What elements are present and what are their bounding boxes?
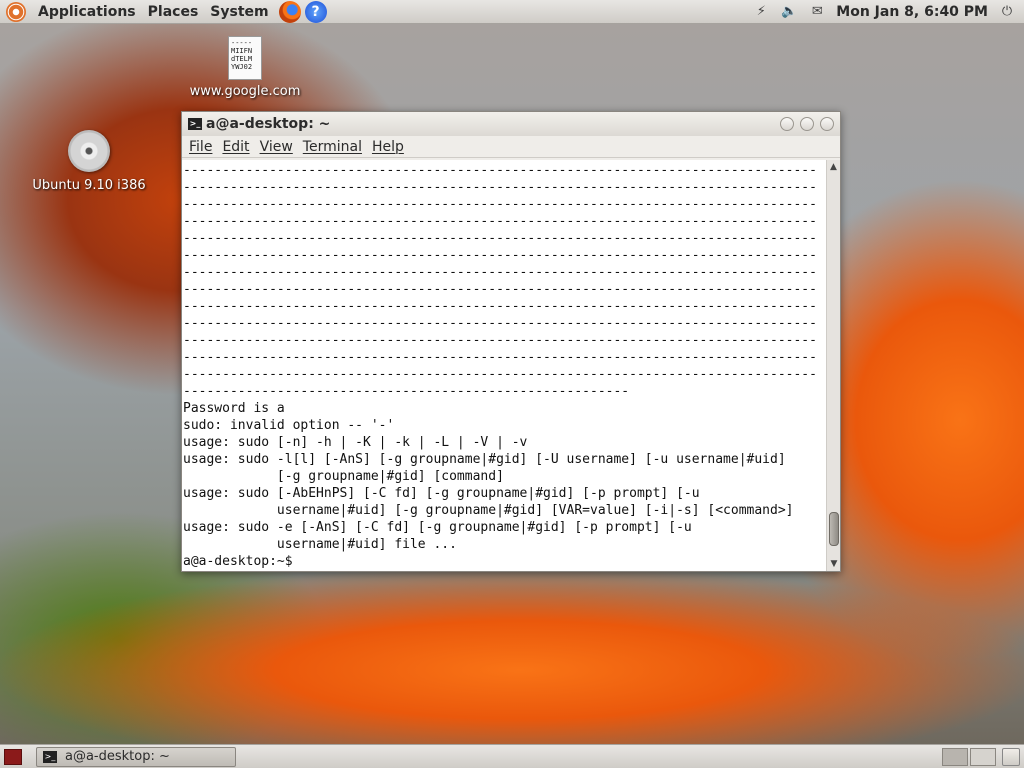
workspace-1[interactable]: [942, 747, 968, 766]
terminal-line: ----------------------------------------…: [183, 231, 817, 246]
bottom-panel: >_ a@a-desktop: ~: [0, 744, 1024, 768]
terminal-line: ----------------------------------------…: [183, 197, 817, 212]
taskbar-label: a@a-desktop: ~: [65, 749, 170, 764]
terminal-output: ----------------------------------------…: [183, 162, 825, 570]
help-launcher-icon[interactable]: ?: [304, 0, 327, 23]
ubuntu-logo-icon[interactable]: [6, 1, 26, 22]
menu-edit[interactable]: Edit: [217, 139, 254, 155]
file-thumbnail: ----- MIIFN dTELM YWJ02: [228, 36, 262, 80]
terminal-line: ----------------------------------------…: [183, 367, 817, 382]
terminal-menubar: File Edit View Terminal Help: [182, 136, 840, 158]
maximize-button[interactable]: [800, 117, 814, 131]
minimize-button[interactable]: [780, 117, 794, 131]
terminal-line: ----------------------------------------…: [183, 384, 630, 399]
terminal-line: usage: sudo -l[l] [-AnS] [-g groupname|#…: [183, 452, 786, 467]
terminal-icon: >_: [188, 118, 202, 130]
terminal-line: username|#uid] file ...: [183, 537, 457, 552]
terminal-line: ----------------------------------------…: [183, 350, 817, 365]
cd-icon: [68, 130, 110, 172]
terminal-line: ----------------------------------------…: [183, 180, 817, 195]
terminal-line: ----------------------------------------…: [183, 282, 817, 297]
terminal-line: usage: sudo -e [-AnS] [-C fd] [-g groupn…: [183, 520, 692, 535]
terminal-line: ----------------------------------------…: [183, 214, 817, 229]
menu-system[interactable]: System: [204, 4, 274, 20]
top-panel: Applications Places System ? ⚡ 🔈 ✉ Mon J…: [0, 0, 1024, 24]
terminal-line: a@a-desktop:~$: [183, 554, 301, 569]
scroll-down-icon[interactable]: ▼: [827, 557, 840, 571]
terminal-line: ----------------------------------------…: [183, 163, 817, 178]
scrollbar[interactable]: ▲ ▼: [826, 160, 840, 571]
menu-applications[interactable]: Applications: [32, 4, 142, 20]
clock[interactable]: Mon Jan 8, 6:40 PM: [836, 4, 988, 20]
volume-icon[interactable]: 🔈: [780, 4, 798, 19]
scroll-up-icon[interactable]: ▲: [827, 160, 840, 174]
terminal-window: >_ a@a-desktop: ~ File Edit View Termina…: [181, 111, 841, 572]
terminal-line: [-g groupname|#gid] [command]: [183, 469, 504, 484]
terminal-line: ----------------------------------------…: [183, 316, 817, 331]
window-titlebar[interactable]: >_ a@a-desktop: ~: [182, 112, 840, 136]
workspace-2[interactable]: [970, 747, 996, 766]
terminal-line: Password is a: [183, 401, 285, 416]
system-tray: ⚡ 🔈 ✉ Mon Jan 8, 6:40 PM ⏻: [752, 4, 1024, 20]
desktop-file-icon[interactable]: ----- MIIFN dTELM YWJ02 www.google.com: [186, 36, 304, 99]
terminal-area[interactable]: ----------------------------------------…: [182, 160, 840, 571]
terminal-line: ----------------------------------------…: [183, 265, 817, 280]
workspace-switcher: [942, 747, 996, 766]
firefox-launcher-icon[interactable]: [278, 0, 301, 23]
power-icon[interactable]: ⏻: [998, 4, 1016, 19]
scroll-thumb[interactable]: [829, 512, 839, 546]
desktop-file-label: www.google.com: [189, 84, 301, 99]
menu-view[interactable]: View: [255, 139, 298, 155]
window-title: a@a-desktop: ~: [206, 116, 331, 132]
terminal-line: ----------------------------------------…: [183, 333, 817, 348]
menu-file[interactable]: File: [184, 139, 217, 155]
menu-terminal[interactable]: Terminal: [298, 139, 367, 155]
terminal-line: ----------------------------------------…: [183, 248, 817, 263]
close-button[interactable]: [820, 117, 834, 131]
terminal-line: usage: sudo [-AbEHnPS] [-C fd] [-g group…: [183, 486, 700, 501]
mail-icon[interactable]: ✉: [808, 4, 826, 19]
terminal-line: sudo: invalid option -- '-': [183, 418, 395, 433]
terminal-line: ----------------------------------------…: [183, 299, 817, 314]
terminal-icon: >_: [43, 750, 57, 763]
terminal-line: username|#uid] [-g groupname|#gid] [VAR=…: [183, 503, 794, 518]
terminal-line: usage: sudo [-n] -h | -K | -k | -L | -V …: [183, 435, 528, 450]
desktop-cd-icon[interactable]: Ubuntu 9.10 i386: [26, 130, 152, 193]
show-desktop-icon[interactable]: [4, 748, 22, 765]
desktop-cd-label: Ubuntu 9.10 i386: [32, 178, 146, 193]
taskbar-terminal-button[interactable]: >_ a@a-desktop: ~: [36, 746, 236, 767]
menu-places[interactable]: Places: [142, 4, 205, 20]
menu-help[interactable]: Help: [367, 139, 409, 155]
network-icon[interactable]: ⚡: [752, 4, 770, 19]
window-buttons: [780, 117, 840, 131]
trash-icon[interactable]: [1002, 747, 1020, 766]
